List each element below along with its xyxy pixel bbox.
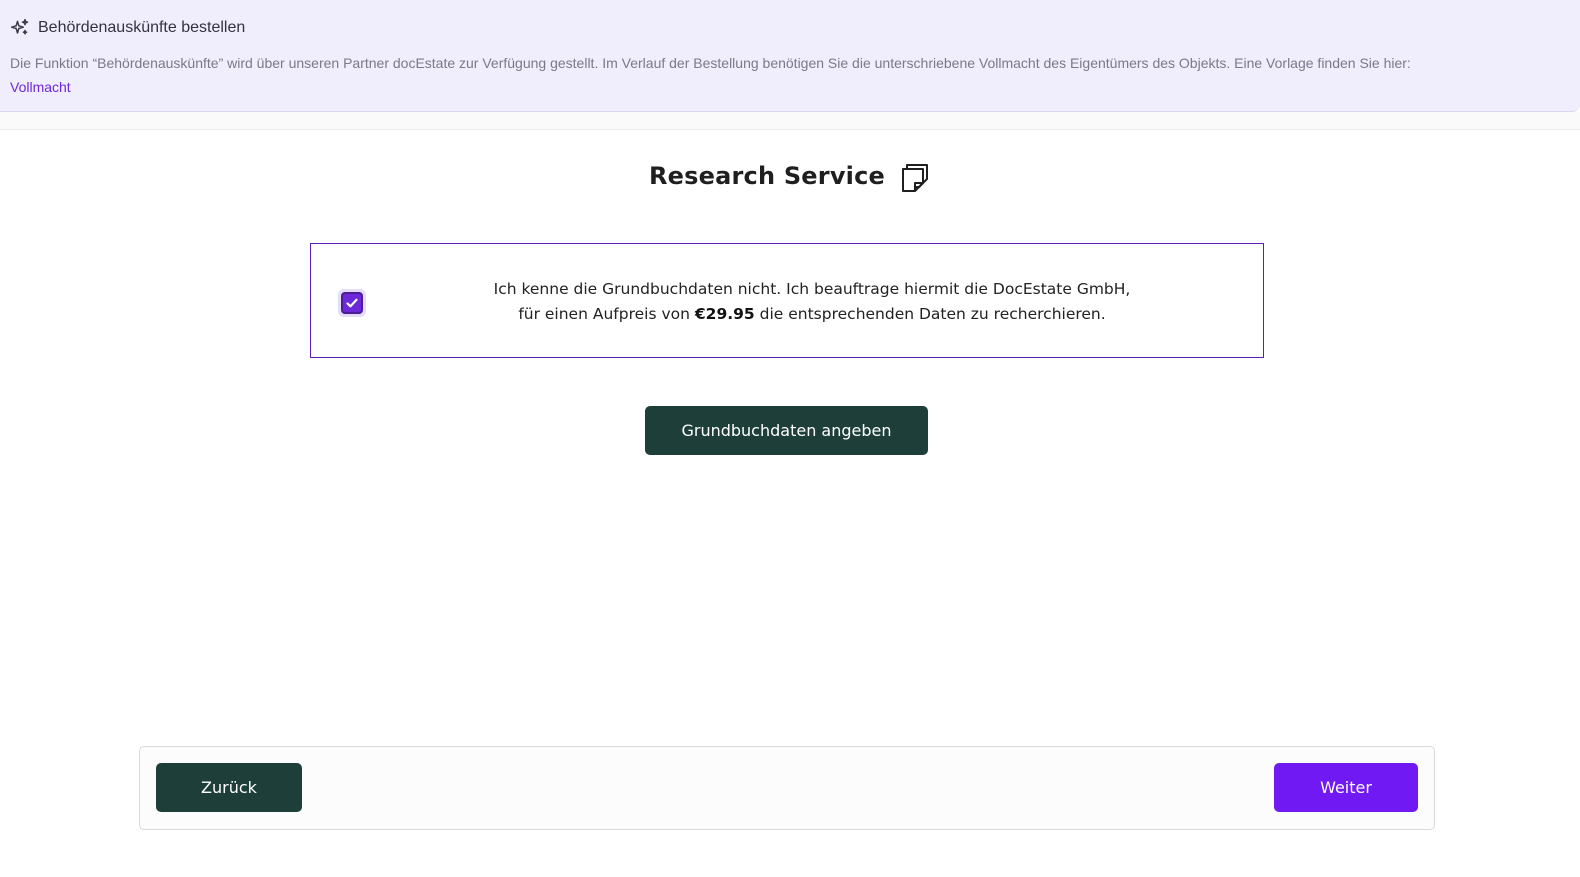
info-banner: Behördenauskünfte bestellen Die Funktion… bbox=[0, 0, 1580, 112]
vollmacht-link[interactable]: Vollmacht bbox=[10, 79, 71, 95]
banner-title: Behördenauskünfte bestellen bbox=[38, 19, 246, 36]
page-title: Research Service bbox=[649, 162, 885, 190]
checkmark-icon bbox=[346, 298, 358, 308]
sticky-note-icon bbox=[902, 164, 928, 192]
back-button[interactable]: Zurück bbox=[156, 763, 302, 812]
option-line-2-before: für einen Aufpreis von bbox=[518, 305, 690, 323]
option-line-2: für einen Aufpreis von €29.95 die entspr… bbox=[401, 302, 1223, 327]
checkbox-checked-state bbox=[341, 292, 363, 314]
footer-navigation: Zurück Weiter bbox=[139, 746, 1435, 830]
banner-header: Behördenauskünfte bestellen bbox=[10, 16, 1570, 40]
option-line-2-after: die entsprechenden Daten zu recherchiere… bbox=[759, 305, 1106, 323]
research-service-checkbox[interactable] bbox=[338, 289, 366, 317]
next-button[interactable]: Weiter bbox=[1274, 763, 1418, 812]
research-service-option[interactable]: Ich kenne die Grundbuchdaten nicht. Ich … bbox=[310, 243, 1264, 358]
grundbuchdaten-angeben-button[interactable]: Grundbuchdaten angeben bbox=[645, 406, 928, 455]
option-price: €29.95 bbox=[694, 305, 755, 323]
divider-strip bbox=[0, 112, 1580, 130]
section-heading: Research Service bbox=[0, 160, 1580, 192]
option-line-1: Ich kenne die Grundbuchdaten nicht. Ich … bbox=[493, 280, 1131, 298]
sparkle-icon bbox=[10, 18, 29, 35]
banner-text: Die Funktion “Behördenauskünfte” wird üb… bbox=[10, 55, 1411, 71]
option-description: Ich kenne die Grundbuchdaten nicht. Ich … bbox=[401, 277, 1223, 327]
banner-description: Die Funktion “Behördenauskünfte” wird üb… bbox=[10, 51, 1565, 99]
